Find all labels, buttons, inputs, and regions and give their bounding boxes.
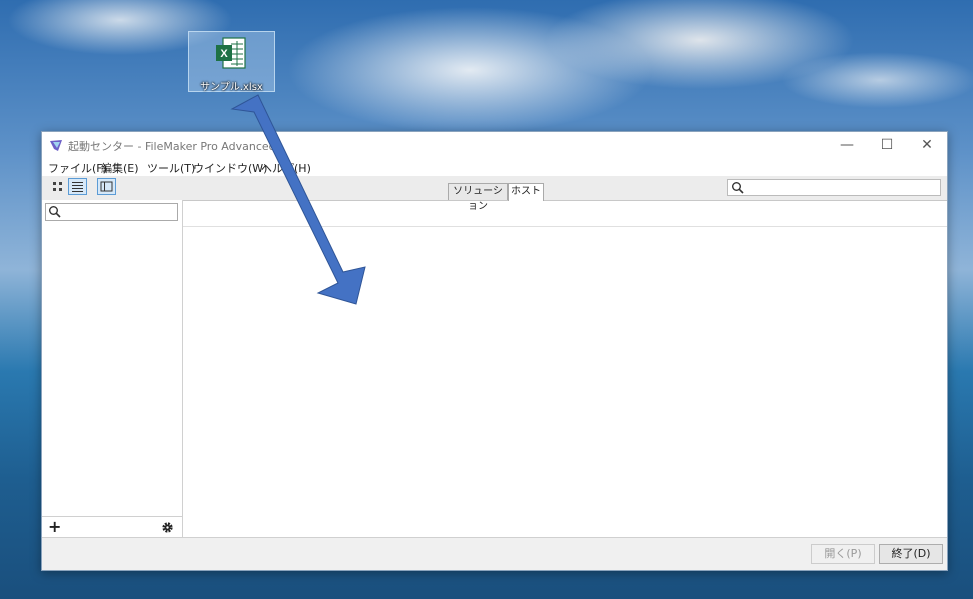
list-view-button[interactable] [68,178,87,195]
search-input[interactable] [727,179,941,196]
window-title: 起動センター - FileMaker Pro Advanced [68,140,276,153]
grid-view-icon [53,182,62,191]
menu-edit[interactable]: 編集(E) [101,160,139,176]
maximize-button[interactable]: ☐ [867,132,907,158]
sidebar-search-input[interactable] [45,203,178,221]
svg-text:X: X [220,48,228,60]
add-host-button[interactable]: + [48,517,61,536]
title-bar[interactable]: 起動センター - FileMaker Pro Advanced — ☐ ✕ [42,132,947,158]
menu-bar: ファイル(F) 編集(E) ツール(T) ウインドウ(W) ヘルプ(H) [42,158,947,176]
sidebar-footer: + [42,516,182,539]
open-button[interactable]: 開く(P) [811,544,875,564]
toggle-sidebar-button[interactable] [97,178,116,195]
filemaker-app-icon [50,140,62,151]
sidebar: + [42,200,183,539]
tab-solutions[interactable]: ソリューション [448,183,508,212]
search-icon [49,206,61,218]
bottom-button-bar: 開く(P) 終了(D) [42,537,947,570]
sidebar-icon [100,181,113,192]
close-button[interactable]: ✕ [907,132,947,158]
menu-help[interactable]: ヘルプ(H) [261,160,311,176]
search-icon [732,182,744,194]
menu-tools[interactable]: ツール(T) [147,160,195,176]
grid-view-button[interactable] [48,178,67,195]
menu-window[interactable]: ウインドウ(W) [193,160,267,176]
quit-button[interactable]: 終了(D) [879,544,943,564]
content-header [183,200,947,227]
gear-icon[interactable] [161,521,174,534]
launch-center-window: 起動センター - FileMaker Pro Advanced — ☐ ✕ ファ… [41,131,948,571]
excel-icon: X [216,37,246,69]
tab-hosts[interactable]: ホスト [508,183,544,201]
list-view-icon [72,182,83,192]
minimize-button[interactable]: — [827,132,867,158]
desktop-file-icon[interactable]: X サンプル.xlsx [188,31,275,93]
menu-file[interactable]: ファイル(F) [48,160,107,176]
desktop-file-label: サンプル.xlsx [200,82,263,93]
toolbar: ソリューション ホスト [42,176,947,212]
